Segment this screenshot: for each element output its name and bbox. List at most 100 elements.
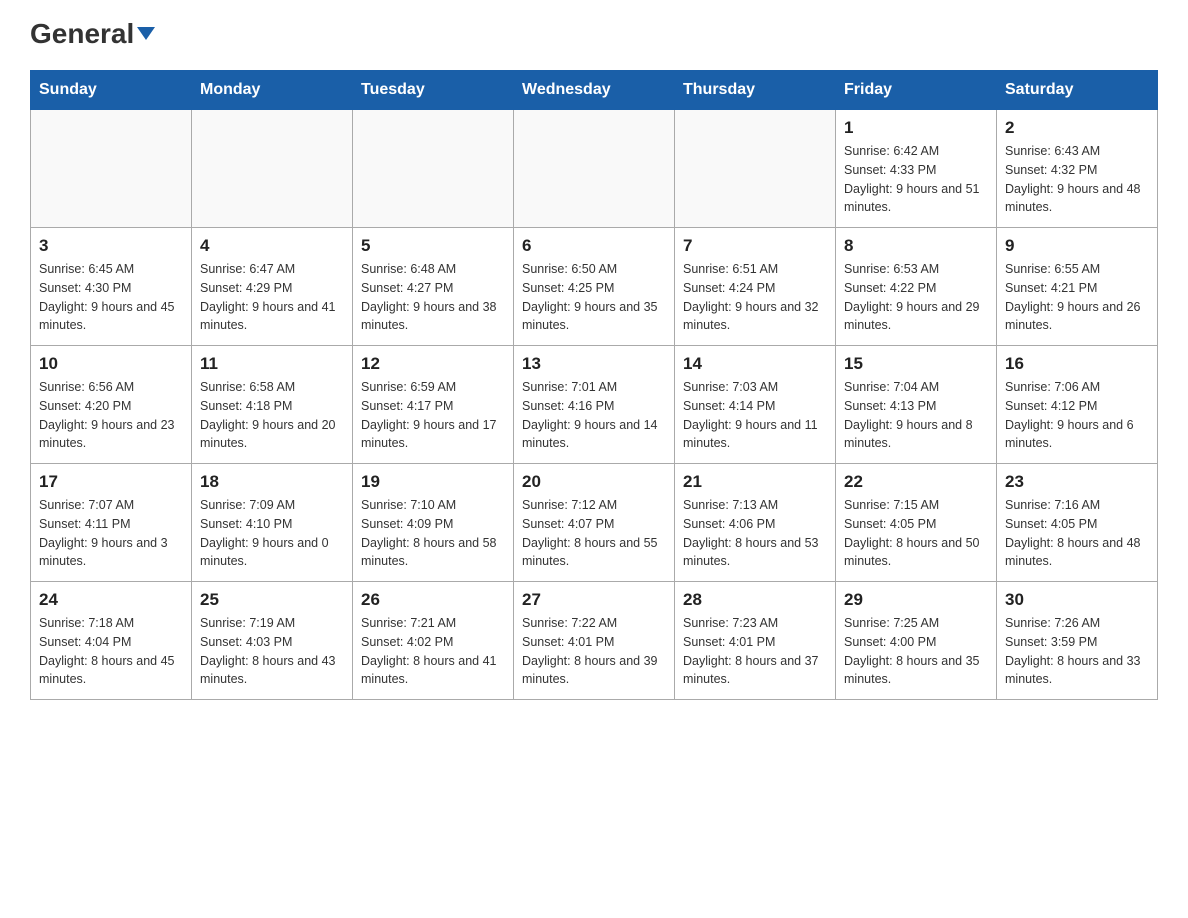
weekday-header-sunday: Sunday — [31, 71, 192, 110]
calendar-cell — [31, 110, 192, 228]
day-number: 7 — [683, 236, 827, 256]
calendar-cell: 3 Sunrise: 6:45 AM Sunset: 4:30 PM Daylig… — [31, 228, 192, 346]
day-number: 21 — [683, 472, 827, 492]
day-number: 30 — [1005, 590, 1149, 610]
day-number: 23 — [1005, 472, 1149, 492]
day-number: 22 — [844, 472, 988, 492]
day-info: Sunrise: 6:56 AM Sunset: 4:20 PM Dayligh… — [39, 378, 183, 453]
day-number: 18 — [200, 472, 344, 492]
day-number: 29 — [844, 590, 988, 610]
day-number: 20 — [522, 472, 666, 492]
day-info: Sunrise: 7:23 AM Sunset: 4:01 PM Dayligh… — [683, 614, 827, 689]
calendar-cell: 22 Sunrise: 7:15 AM Sunset: 4:05 PM Dayli… — [836, 464, 997, 582]
day-info: Sunrise: 7:25 AM Sunset: 4:00 PM Dayligh… — [844, 614, 988, 689]
calendar-cell: 28 Sunrise: 7:23 AM Sunset: 4:01 PM Dayli… — [675, 582, 836, 700]
calendar-cell: 9 Sunrise: 6:55 AM Sunset: 4:21 PM Daylig… — [997, 228, 1158, 346]
day-info: Sunrise: 6:59 AM Sunset: 4:17 PM Dayligh… — [361, 378, 505, 453]
day-info: Sunrise: 6:53 AM Sunset: 4:22 PM Dayligh… — [844, 260, 988, 335]
day-info: Sunrise: 7:22 AM Sunset: 4:01 PM Dayligh… — [522, 614, 666, 689]
day-info: Sunrise: 7:09 AM Sunset: 4:10 PM Dayligh… — [200, 496, 344, 571]
day-info: Sunrise: 7:04 AM Sunset: 4:13 PM Dayligh… — [844, 378, 988, 453]
calendar-cell: 20 Sunrise: 7:12 AM Sunset: 4:07 PM Dayli… — [514, 464, 675, 582]
day-info: Sunrise: 7:13 AM Sunset: 4:06 PM Dayligh… — [683, 496, 827, 571]
day-number: 5 — [361, 236, 505, 256]
day-info: Sunrise: 7:03 AM Sunset: 4:14 PM Dayligh… — [683, 378, 827, 453]
day-info: Sunrise: 7:26 AM Sunset: 3:59 PM Dayligh… — [1005, 614, 1149, 689]
day-info: Sunrise: 6:58 AM Sunset: 4:18 PM Dayligh… — [200, 378, 344, 453]
calendar-cell: 4Sunrise: 6:47 AM Sunset: 4:29 PM Daylig… — [192, 228, 353, 346]
page-header: General — [30, 20, 1158, 50]
calendar-cell — [514, 110, 675, 228]
day-number: 11 — [200, 354, 344, 374]
day-number: 12 — [361, 354, 505, 374]
calendar-cell: 23 Sunrise: 7:16 AM Sunset: 4:05 PM Dayli… — [997, 464, 1158, 582]
day-info: Sunrise: 6:55 AM Sunset: 4:21 PM Dayligh… — [1005, 260, 1149, 335]
weekday-header-wednesday: Wednesday — [514, 71, 675, 110]
day-info: Sunrise: 7:01 AM Sunset: 4:16 PM Dayligh… — [522, 378, 666, 453]
day-info: Sunrise: 6:43 AM Sunset: 4:32 PM Dayligh… — [1005, 142, 1149, 217]
logo-triangle-icon — [137, 27, 155, 40]
logo: General — [30, 20, 155, 50]
calendar-week-row: 1 Sunrise: 6:42 AM Sunset: 4:33 PM Daylig… — [31, 110, 1158, 228]
day-number: 14 — [683, 354, 827, 374]
calendar-cell: 14 Sunrise: 7:03 AM Sunset: 4:14 PM Dayli… — [675, 346, 836, 464]
calendar-cell: 10 Sunrise: 6:56 AM Sunset: 4:20 PM Dayli… — [31, 346, 192, 464]
day-info: Sunrise: 7:18 AM Sunset: 4:04 PM Dayligh… — [39, 614, 183, 689]
day-number: 16 — [1005, 354, 1149, 374]
weekday-header-monday: Monday — [192, 71, 353, 110]
calendar-cell: 19 Sunrise: 7:10 AM Sunset: 4:09 PM Dayli… — [353, 464, 514, 582]
day-info: Sunrise: 7:15 AM Sunset: 4:05 PM Dayligh… — [844, 496, 988, 571]
day-info: Sunrise: 7:07 AM Sunset: 4:11 PM Dayligh… — [39, 496, 183, 571]
day-number: 2 — [1005, 118, 1149, 138]
day-number: 10 — [39, 354, 183, 374]
calendar-cell: 16 Sunrise: 7:06 AM Sunset: 4:12 PM Dayli… — [997, 346, 1158, 464]
day-number: 13 — [522, 354, 666, 374]
calendar-cell: 15Sunrise: 7:04 AM Sunset: 4:13 PM Dayli… — [836, 346, 997, 464]
day-info: Sunrise: 7:12 AM Sunset: 4:07 PM Dayligh… — [522, 496, 666, 571]
calendar-cell: 26 Sunrise: 7:21 AM Sunset: 4:02 PM Dayli… — [353, 582, 514, 700]
calendar-cell — [192, 110, 353, 228]
calendar-cell: 21 Sunrise: 7:13 AM Sunset: 4:06 PM Dayli… — [675, 464, 836, 582]
calendar-body: 1 Sunrise: 6:42 AM Sunset: 4:33 PM Daylig… — [31, 110, 1158, 700]
calendar-cell: 18 Sunrise: 7:09 AM Sunset: 4:10 PM Dayli… — [192, 464, 353, 582]
day-info: Sunrise: 6:42 AM Sunset: 4:33 PM Dayligh… — [844, 142, 988, 217]
calendar-cell: 8Sunrise: 6:53 AM Sunset: 4:22 PM Daylig… — [836, 228, 997, 346]
day-number: 19 — [361, 472, 505, 492]
calendar-cell: 25 Sunrise: 7:19 AM Sunset: 4:03 PM Dayli… — [192, 582, 353, 700]
day-number: 9 — [1005, 236, 1149, 256]
calendar-cell: 7 Sunrise: 6:51 AM Sunset: 4:24 PM Daylig… — [675, 228, 836, 346]
day-info: Sunrise: 7:10 AM Sunset: 4:09 PM Dayligh… — [361, 496, 505, 571]
day-info: Sunrise: 7:16 AM Sunset: 4:05 PM Dayligh… — [1005, 496, 1149, 571]
calendar-table: SundayMondayTuesdayWednesdayThursdayFrid… — [30, 70, 1158, 700]
day-info: Sunrise: 6:51 AM Sunset: 4:24 PM Dayligh… — [683, 260, 827, 335]
day-number: 6 — [522, 236, 666, 256]
calendar-week-row: 10 Sunrise: 6:56 AM Sunset: 4:20 PM Dayli… — [31, 346, 1158, 464]
calendar-week-row: 17Sunrise: 7:07 AM Sunset: 4:11 PM Dayli… — [31, 464, 1158, 582]
calendar-cell — [675, 110, 836, 228]
calendar-cell: 2 Sunrise: 6:43 AM Sunset: 4:32 PM Daylig… — [997, 110, 1158, 228]
calendar-week-row: 24 Sunrise: 7:18 AM Sunset: 4:04 PM Dayli… — [31, 582, 1158, 700]
day-number: 3 — [39, 236, 183, 256]
day-info: Sunrise: 6:45 AM Sunset: 4:30 PM Dayligh… — [39, 260, 183, 335]
day-number: 28 — [683, 590, 827, 610]
day-number: 25 — [200, 590, 344, 610]
day-number: 24 — [39, 590, 183, 610]
weekday-header-thursday: Thursday — [675, 71, 836, 110]
weekday-header-friday: Friday — [836, 71, 997, 110]
weekday-row: SundayMondayTuesdayWednesdayThursdayFrid… — [31, 71, 1158, 110]
calendar-cell: 11 Sunrise: 6:58 AM Sunset: 4:18 PM Dayli… — [192, 346, 353, 464]
calendar-cell: 1 Sunrise: 6:42 AM Sunset: 4:33 PM Daylig… — [836, 110, 997, 228]
day-info: Sunrise: 7:21 AM Sunset: 4:02 PM Dayligh… — [361, 614, 505, 689]
calendar-cell: 27 Sunrise: 7:22 AM Sunset: 4:01 PM Dayli… — [514, 582, 675, 700]
calendar-header: SundayMondayTuesdayWednesdayThursdayFrid… — [31, 71, 1158, 110]
weekday-header-saturday: Saturday — [997, 71, 1158, 110]
calendar-cell: 12 Sunrise: 6:59 AM Sunset: 4:17 PM Dayli… — [353, 346, 514, 464]
day-info: Sunrise: 7:06 AM Sunset: 4:12 PM Dayligh… — [1005, 378, 1149, 453]
day-number: 26 — [361, 590, 505, 610]
day-info: Sunrise: 7:19 AM Sunset: 4:03 PM Dayligh… — [200, 614, 344, 689]
calendar-week-row: 3 Sunrise: 6:45 AM Sunset: 4:30 PM Daylig… — [31, 228, 1158, 346]
day-info: Sunrise: 6:48 AM Sunset: 4:27 PM Dayligh… — [361, 260, 505, 335]
day-number: 27 — [522, 590, 666, 610]
day-number: 1 — [844, 118, 988, 138]
calendar-cell — [353, 110, 514, 228]
